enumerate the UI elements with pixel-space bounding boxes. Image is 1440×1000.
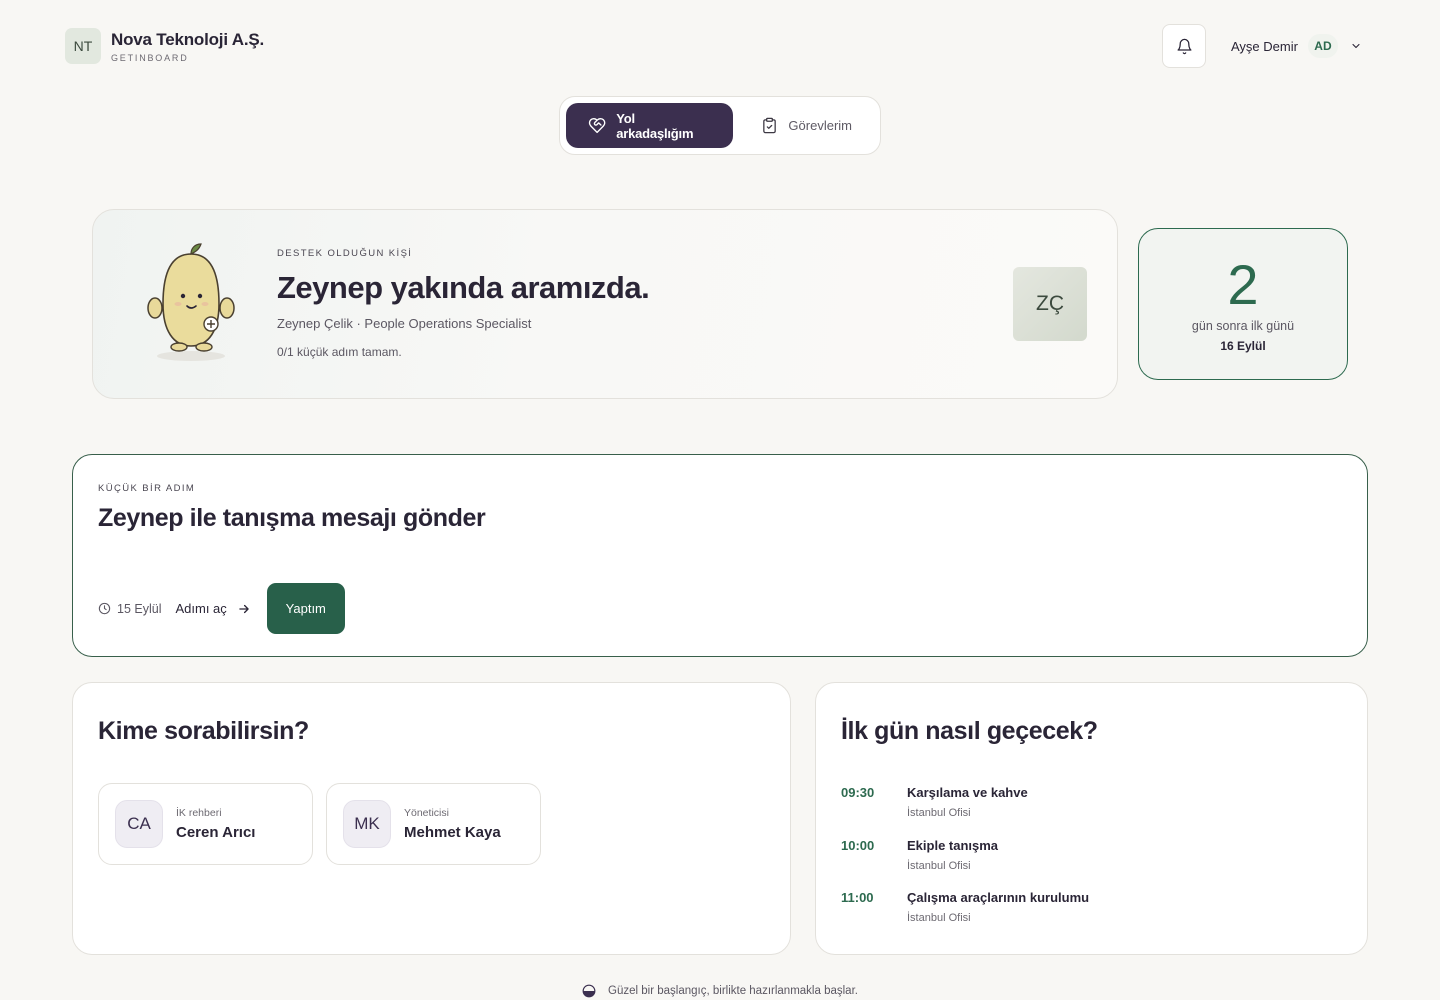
schedule-location: İstanbul Ofisi bbox=[907, 859, 971, 872]
footer: Güzel bir başlangıç, birlikte hazırlanma… bbox=[0, 984, 1440, 998]
schedule-activity: Karşılama ve kahve bbox=[907, 785, 1028, 800]
tab-label: Yol arkadaşlığım bbox=[616, 110, 694, 141]
user-avatar: AD bbox=[1307, 34, 1338, 58]
schedule-activity: Ekiple tanışma bbox=[907, 837, 999, 853]
contacts-card: Kime sorabilirsin? CA İK rehberi Ceren A… bbox=[72, 682, 791, 955]
bell-icon bbox=[1176, 38, 1192, 54]
newcomer-avatar: ZÇ bbox=[1013, 267, 1087, 341]
mark-done-button[interactable]: Yaptım bbox=[266, 583, 345, 634]
arrow-right-icon bbox=[239, 604, 249, 613]
hero-kicker: DESTEK OLDUĞUN KİŞİ bbox=[277, 248, 413, 259]
newcomer-subtitle: Zeynep Çelik · People Operations Special… bbox=[277, 316, 532, 331]
start-countdown-card: 2 gün sonra ilk günü 16 Eylül bbox=[1138, 228, 1348, 380]
schedule-item: 09:30 Karşılama ve kahve İstanbul Ofisi bbox=[841, 785, 1089, 838]
schedule-location: İstanbul Ofisi bbox=[907, 807, 971, 819]
clock-icon bbox=[98, 602, 111, 615]
first-day-schedule-card: İlk gün nasıl geçecek? 09:30 Karşılama v… bbox=[815, 682, 1368, 955]
step-actions: 15 Eylül Adımı aç Yaptım bbox=[98, 583, 345, 634]
contact-name: Ceren Arıcı bbox=[176, 824, 256, 841]
heart-handshake-icon bbox=[588, 117, 606, 134]
contact-list: CA İK rehberi Ceren Arıcı MK Yöneticisi … bbox=[98, 783, 541, 865]
due-date-text: 15 Eylül bbox=[117, 601, 162, 616]
hero-title: Zeynep yakında aramızda. bbox=[277, 270, 650, 305]
view-tabs: Yol arkadaşlığım Görevlerim bbox=[559, 96, 881, 155]
schedule-activity: Çalışma araçlarının kurulumu bbox=[907, 890, 1090, 905]
product-name: GETINBOARD bbox=[111, 52, 189, 63]
contact-avatar: MK bbox=[343, 800, 391, 848]
contact-card[interactable]: MK Yöneticisi Mehmet Kaya bbox=[326, 783, 541, 865]
company-name: Nova Teknoloji A.Ş. bbox=[111, 29, 265, 49]
schedule-location: İstanbul Ofisi bbox=[907, 912, 971, 924]
countdown-label: gün sonra ilk günü bbox=[1191, 319, 1295, 333]
contact-avatar: CA bbox=[115, 800, 163, 848]
footer-text: Güzel bir başlangıç, birlikte hazırlanma… bbox=[608, 985, 858, 997]
open-step-link[interactable]: Adımı aç bbox=[175, 601, 250, 616]
contact-role: Yöneticisi bbox=[404, 807, 449, 819]
start-date: 16 Eylül bbox=[1220, 339, 1266, 353]
brand[interactable]: NT Nova Teknoloji A.Ş. GETINBOARD bbox=[65, 28, 264, 64]
half-circle-icon bbox=[582, 984, 596, 998]
small-step-card: KÜÇÜK BİR ADIM Zeynep ile tanışma mesajı… bbox=[72, 454, 1368, 657]
tab-gorevlerim[interactable]: Görevlerim bbox=[739, 103, 874, 148]
schedule-title: İlk gün nasıl geçecek? bbox=[841, 717, 1098, 745]
contact-role: İK rehberi bbox=[176, 807, 222, 819]
step-due-date: 15 Eylül bbox=[98, 602, 161, 616]
tab-label: Görevlerim bbox=[788, 118, 852, 133]
step-title: Zeynep ile tanışma mesajı gönder bbox=[98, 504, 486, 532]
clipboard-check-icon bbox=[763, 117, 777, 134]
schedule-time: 09:30 bbox=[841, 785, 875, 800]
contacts-title: Kime sorabilirsin? bbox=[98, 717, 309, 745]
potato-mascot-illustration bbox=[147, 243, 235, 361]
schedule-time: 10:00 bbox=[841, 837, 875, 853]
schedule-item: 11:00 Çalışma araçlarının kurulumu İstan… bbox=[841, 890, 1089, 943]
contact-name: Mehmet Kaya bbox=[404, 824, 501, 841]
contact-card[interactable]: CA İK rehberi Ceren Arıcı bbox=[98, 783, 313, 865]
step-kicker: KÜÇÜK BİR ADIM bbox=[98, 483, 196, 494]
days-until-start: 2 bbox=[1227, 253, 1259, 316]
open-step-label: Adımı aç bbox=[175, 601, 227, 616]
buddy-hero-card: DESTEK OLDUĞUN KİŞİ Zeynep yakında aramı… bbox=[92, 209, 1118, 399]
user-menu[interactable]: Ayşe Demir AD bbox=[1231, 34, 1362, 58]
step-progress: 0/1 küçük adım tamam. bbox=[277, 345, 402, 359]
schedule-item: 10:00 Ekiple tanışma İstanbul Ofisi bbox=[841, 838, 1089, 891]
user-name: Ayşe Demir bbox=[1231, 38, 1298, 54]
schedule-list: 09:30 Karşılama ve kahve İstanbul Ofisi … bbox=[841, 785, 1089, 943]
brand-logo: NT bbox=[65, 28, 101, 64]
notifications-button[interactable] bbox=[1162, 24, 1206, 68]
schedule-time: 11:00 bbox=[841, 890, 874, 905]
chevron-down-icon bbox=[1350, 40, 1362, 52]
tab-yol-arkadasligim[interactable]: Yol arkadaşlığım bbox=[566, 103, 734, 148]
